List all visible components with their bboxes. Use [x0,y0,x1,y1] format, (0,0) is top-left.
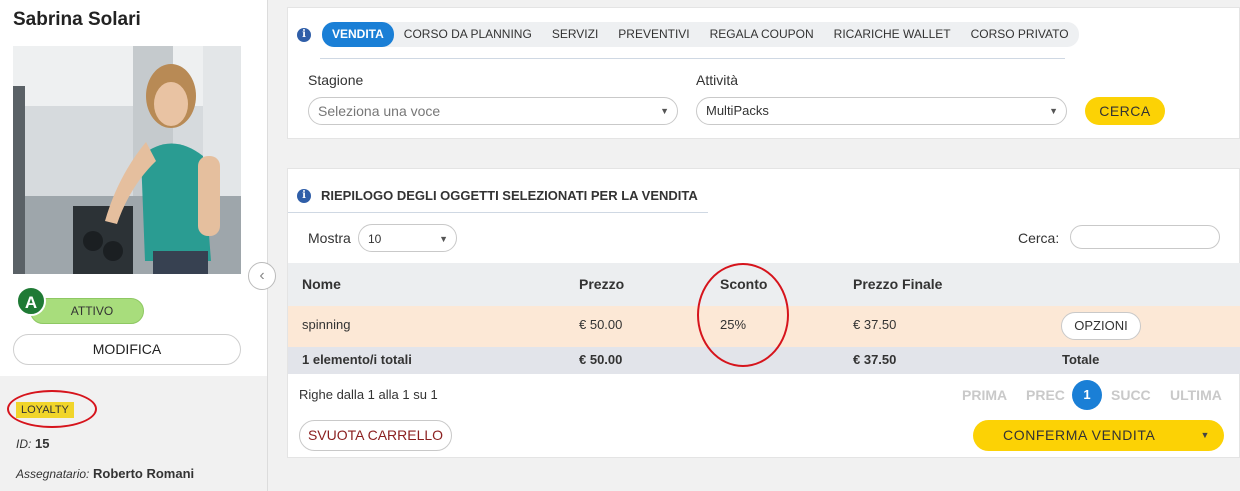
chevron-left-icon: ‹ [259,267,265,284]
status-badge: ATTIVO [30,298,144,324]
tab-ricariche-wallet[interactable]: RICARICHE WALLET [824,22,961,47]
caret-down-icon: ▼ [660,106,669,116]
total-count: 1 elemento/i totali [302,352,412,367]
caret-down-icon: ▼ [439,234,448,244]
sale-filter-panel: i VENDITA CORSO DA PLANNING SERVIZI PREV… [287,7,1240,139]
activity-select-value: MultiPacks [706,103,769,118]
item-discount: 25% [720,317,747,332]
table-header: Nome Prezzo Sconto Prezzo Finale [288,263,1240,306]
profile-card: Sabrina Solari A ATTIVO MODIFICA [0,0,267,376]
season-select-value: Seleziona una voce [318,103,441,119]
client-sidebar: Sabrina Solari A ATTIVO MODIFICA ‹ LOYAL… [0,0,276,491]
tab-servizi[interactable]: SERVIZI [542,22,608,47]
tab-corso-da-planning[interactable]: CORSO DA PLANNING [394,22,542,47]
collapse-sidebar-button[interactable]: ‹ [248,262,276,290]
activity-select[interactable]: MultiPacks ▼ [696,97,1067,125]
show-label: Mostra [308,230,351,246]
tab-bar: i VENDITA CORSO DA PLANNING SERVIZI PREV… [297,22,1079,47]
client-assignee: Assegnatario: Roberto Romani [16,466,195,481]
caret-down-icon[interactable]: ▼ [1200,420,1210,451]
modify-button[interactable]: MODIFICA [13,334,241,365]
season-label: Stagione [308,72,364,88]
loyalty-badge: LOYALTY [16,402,74,418]
column-header-price[interactable]: Prezzo [579,276,624,292]
filter-label: Cerca: [1018,230,1060,246]
total-final-price: € 37.50 [853,352,897,367]
item-final-price: € 37.50 [853,317,897,332]
divider [320,58,1065,59]
sale-summary-panel: i RIEPILOGO DEGLI OGGETTI SELEZIONATI PE… [287,168,1240,458]
tab-preventivi[interactable]: PREVENTIVI [608,22,699,47]
caret-down-icon: ▼ [1049,106,1058,116]
column-header-discount[interactable]: Sconto [720,276,767,292]
confirm-sale-button[interactable]: CONFERMA VENDITA ▼ [973,420,1224,451]
client-name: Sabrina Solari [13,9,141,30]
pager-next[interactable]: SUCC [1111,387,1151,403]
tab-vendita[interactable]: VENDITA [322,22,394,47]
pager-current[interactable]: 1 [1072,380,1102,410]
empty-cart-button[interactable]: SVUOTA CARRELLO [299,420,452,451]
season-select[interactable]: Seleziona una voce ▼ [308,97,678,125]
column-header-final-price[interactable]: Prezzo Finale [853,276,942,292]
divider [288,212,708,213]
search-button[interactable]: CERCA [1085,97,1165,125]
client-photo [13,46,241,274]
confirm-sale-label: CONFERMA VENDITA [1003,427,1156,443]
summary-title: RIEPILOGO DEGLI OGGETTI SELEZIONATI PER … [321,188,698,203]
item-price: € 50.00 [579,317,623,332]
activity-label: Attività [696,72,739,88]
status-avatar: A [16,286,46,316]
table-row: spinning € 50.00 25% € 37.50 OPZIONI [288,306,1240,347]
summary-header: i RIEPILOGO DEGLI OGGETTI SELEZIONATI PE… [297,188,698,203]
column-header-name[interactable]: Nome [302,276,341,292]
tabs: VENDITA CORSO DA PLANNING SERVIZI PREVEN… [322,22,1079,47]
table-footer: 1 elemento/i totali € 50.00 € 37.50 Tota… [288,347,1240,374]
total-price: € 50.00 [579,352,623,367]
client-id: ID: 15 [16,436,50,451]
info-icon: i [297,188,311,203]
filter-input[interactable] [1070,225,1220,249]
options-button[interactable]: OPZIONI [1061,312,1141,340]
tab-corso-privato[interactable]: CORSO PRIVATO [961,22,1079,47]
page-size-value: 10 [368,232,382,246]
pager-prev[interactable]: PREC [1026,387,1065,403]
info-icon: i [297,27,311,42]
pager-first[interactable]: PRIMA [962,387,1007,403]
tab-regala-coupon[interactable]: REGALA COUPON [700,22,824,47]
item-name: spinning [302,317,351,332]
rows-info: Righe dalla 1 alla 1 su 1 [299,387,438,402]
page-size-select[interactable]: 10 ▼ [358,224,457,252]
pager-last[interactable]: ULTIMA [1170,387,1222,403]
total-label: Totale [1062,352,1100,367]
